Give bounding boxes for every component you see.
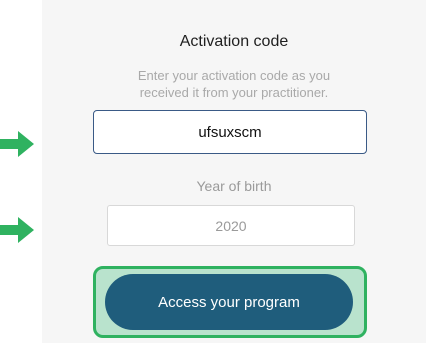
activation-code-value: ufsuxscm bbox=[198, 123, 262, 141]
instructions-line-1: Enter your activation code as you bbox=[137, 68, 331, 83]
year-of-birth-value: 2020 bbox=[215, 217, 247, 234]
year-of-birth-label: Year of birth bbox=[196, 178, 272, 194]
access-program-button[interactable]: Access your program bbox=[105, 274, 353, 330]
year-of-birth-input[interactable]: 2020 bbox=[107, 205, 355, 246]
right-arrow-icon bbox=[0, 131, 34, 157]
instructions-line-2: received it from your practitioner. bbox=[139, 85, 329, 100]
access-program-label: Access your program bbox=[158, 293, 300, 311]
page-title: Activation code bbox=[179, 33, 289, 50]
activation-code-input[interactable]: ufsuxscm bbox=[93, 110, 367, 154]
instructions-text: Enter your activation code as you receiv… bbox=[42, 67, 426, 101]
right-arrow-icon bbox=[0, 217, 34, 243]
screenshot-stage: Activation code Enter your activation co… bbox=[0, 0, 448, 343]
